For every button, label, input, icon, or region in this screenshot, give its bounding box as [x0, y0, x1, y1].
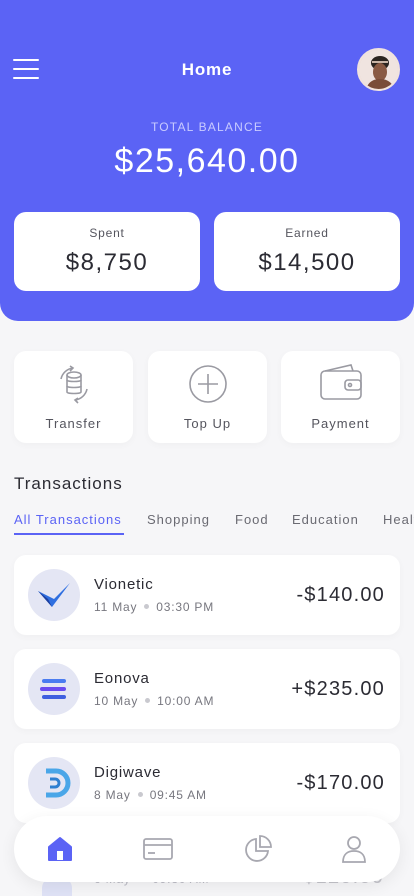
tab-health[interactable]: Healt	[383, 512, 414, 527]
profile-icon	[342, 836, 366, 863]
transaction-name: Vionetic	[94, 576, 154, 593]
transaction-amount: +$235.00	[291, 678, 385, 700]
tab-food[interactable]: Food	[235, 512, 269, 527]
earned-label: Earned	[285, 226, 329, 240]
total-balance-value: $25,640.00	[114, 142, 300, 180]
transaction-datetime: 10 May 10:00 AM	[94, 694, 215, 708]
tab-all-transactions[interactable]: All Transactions	[14, 512, 122, 527]
card-icon	[143, 838, 173, 860]
transfer-button[interactable]: Transfer	[14, 351, 133, 443]
transfer-label: Transfer	[45, 416, 102, 431]
top-up-label: Top Up	[183, 416, 232, 431]
home-icon	[48, 837, 72, 861]
transaction-amount: -$140.00	[296, 584, 385, 606]
transactions-title: Transactions	[14, 474, 123, 493]
transaction-row[interactable]: Eonova 10 May 10:00 AM +$235.00	[14, 649, 400, 729]
tab-shopping[interactable]: Shopping	[147, 512, 210, 527]
wallet-icon	[319, 364, 362, 400]
header-panel: Home TOTAL BALANCE $25,640.00 Spent $8,7…	[0, 0, 414, 321]
nav-home[interactable]	[45, 834, 75, 864]
transaction-amount: -$170.00	[296, 772, 385, 794]
total-balance-label: TOTAL BALANCE	[150, 120, 264, 134]
spent-card: Spent $8,750	[14, 212, 200, 291]
transaction-datetime: 8 May 09:45 AM	[94, 788, 207, 802]
transaction-name: Eonova	[94, 670, 150, 687]
payment-label: Payment	[311, 416, 370, 431]
spent-value: $8,750	[65, 249, 149, 276]
vionetic-logo	[28, 569, 80, 621]
bottom-nav	[14, 816, 400, 882]
earned-card: Earned $14,500	[214, 212, 400, 291]
spent-label: Spent	[89, 226, 125, 240]
page-title: Home	[181, 60, 233, 79]
transaction-datetime: 11 May 03:30 PM	[94, 600, 215, 614]
top-up-button[interactable]: Top Up	[148, 351, 267, 443]
nav-profile[interactable]	[339, 834, 369, 864]
tab-education[interactable]: Education	[292, 512, 359, 527]
eonova-logo	[28, 663, 80, 715]
earned-value: $14,500	[258, 249, 356, 276]
digiwave-logo	[28, 757, 80, 809]
transaction-row[interactable]: Vionetic 11 May 03:30 PM -$140.00	[14, 555, 400, 635]
transaction-name: Digiwave	[94, 764, 162, 781]
payment-button[interactable]: Payment	[281, 351, 400, 443]
transfer-coins-icon	[59, 365, 88, 404]
active-tab-indicator	[14, 533, 124, 535]
nav-statistics[interactable]	[243, 834, 273, 864]
transaction-row[interactable]: Digiwave 8 May 09:45 AM -$170.00	[14, 743, 400, 823]
transaction-tabs: All Transactions Shopping Food Education…	[14, 512, 414, 536]
pie-chart-icon	[245, 835, 272, 862]
user-avatar[interactable]	[357, 48, 400, 91]
plus-circle-icon	[188, 365, 227, 403]
nav-cards[interactable]	[143, 834, 173, 864]
